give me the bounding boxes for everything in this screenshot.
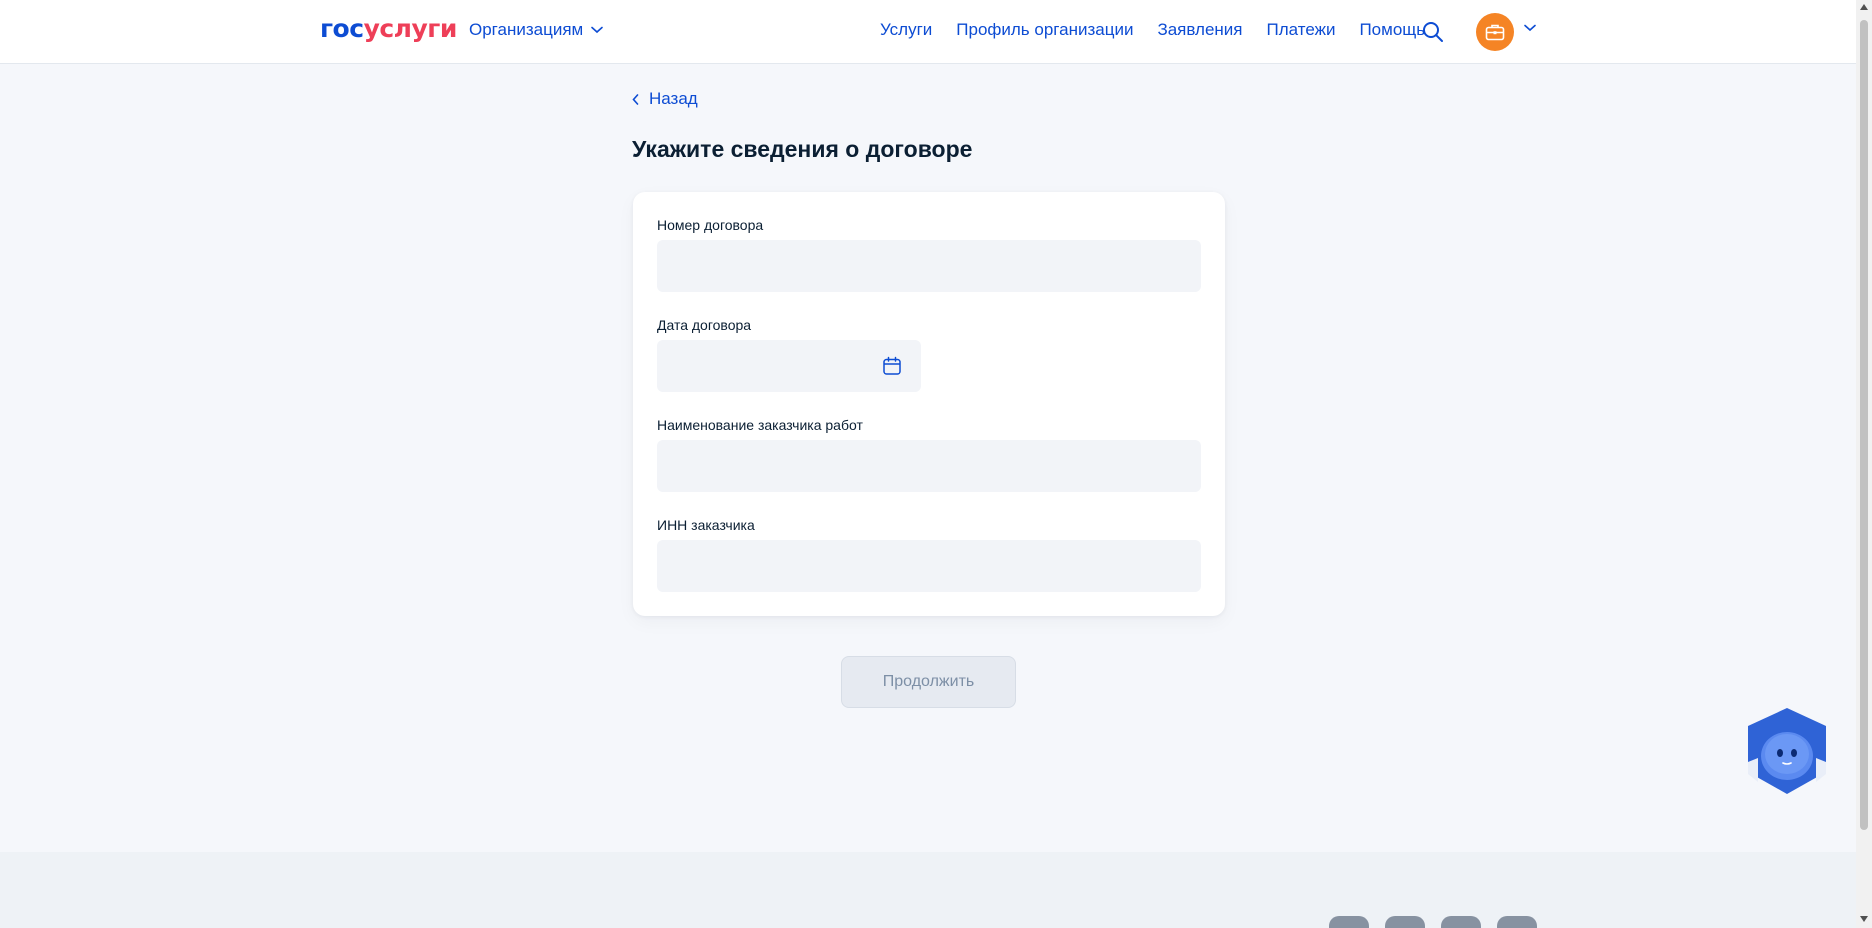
social-icon-4[interactable] (1497, 916, 1537, 928)
main-nav: Услуги Профиль организации Заявления Пла… (880, 20, 1425, 40)
contract-number-input[interactable] (657, 240, 1201, 292)
scroll-down-arrow[interactable] (1860, 916, 1868, 922)
calendar-icon[interactable] (882, 356, 902, 376)
social-icon-2[interactable] (1385, 916, 1425, 928)
customer-inn-label: ИНН заказчика (657, 517, 755, 533)
nav-item-applications[interactable]: Заявления (1157, 20, 1242, 40)
contract-date-label: Дата договора (657, 317, 752, 333)
customer-name-label: Наименование заказчика работ (657, 417, 863, 433)
nav-item-help[interactable]: Помощь (1359, 20, 1425, 40)
top-header: госуслуги Организациям Услуги Профиль ор… (0, 0, 1856, 64)
organizations-menu-label: Организациям (469, 20, 584, 39)
scroll-up-arrow[interactable] (1860, 4, 1868, 10)
back-link[interactable]: Назад (632, 89, 698, 109)
back-link-label: Назад (649, 89, 698, 108)
page-scrollbar[interactable] (1856, 0, 1872, 928)
continue-button[interactable]: Продолжить (841, 656, 1016, 708)
nav-item-services[interactable]: Услуги (880, 20, 932, 40)
logo-part-gos: гос (320, 14, 364, 43)
contract-form-card: Номер договора Дата договора Наименовани… (633, 192, 1225, 616)
contract-number-label: Номер договора (657, 217, 764, 233)
scroll-thumb[interactable] (1860, 20, 1868, 830)
chevron-down-icon (591, 26, 604, 34)
briefcase-icon (1485, 24, 1505, 41)
chevron-down-icon[interactable] (1524, 24, 1536, 32)
chevron-left-icon (632, 93, 639, 105)
nav-item-org-profile[interactable]: Профиль организации (956, 20, 1133, 40)
page-footer (0, 852, 1856, 928)
user-avatar[interactable] (1476, 13, 1514, 51)
robot-assistant-icon[interactable] (1744, 706, 1830, 798)
search-icon[interactable] (1421, 20, 1445, 44)
page-title: Укажите сведения о договоре (632, 136, 973, 162)
customer-name-input[interactable] (657, 440, 1201, 492)
social-icon-3[interactable] (1441, 916, 1481, 928)
customer-inn-input[interactable] (657, 540, 1201, 592)
organizations-menu[interactable]: Организациям (469, 20, 604, 40)
nav-item-payments[interactable]: Платежи (1267, 20, 1336, 40)
gosuslugi-logo[interactable]: госуслуги (320, 14, 457, 43)
logo-part-uslugi: услуги (363, 14, 458, 43)
social-icon-1[interactable] (1329, 916, 1369, 928)
